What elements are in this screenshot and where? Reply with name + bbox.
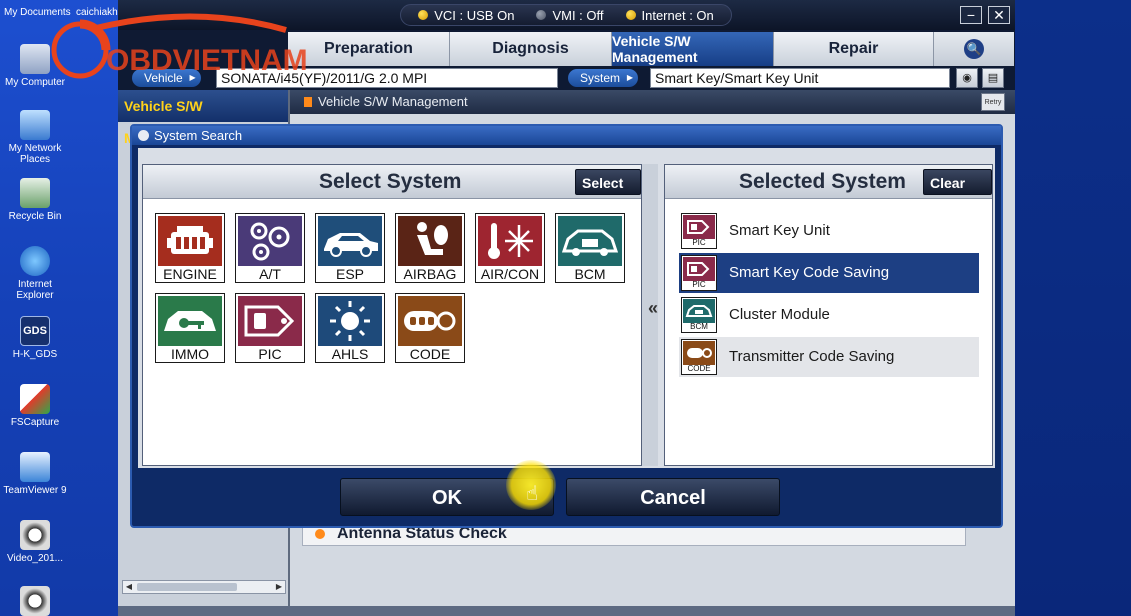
search-button[interactable]: 🔍 bbox=[934, 32, 1014, 66]
status-on-icon bbox=[418, 10, 429, 20]
selected-item-smart-key-code-saving[interactable]: PIC Smart Key Code Saving bbox=[679, 253, 979, 293]
desktop: My Documents caichiakh My Computer My Ne… bbox=[0, 0, 118, 616]
gear-icon bbox=[138, 130, 149, 141]
tab-preparation[interactable]: Preparation bbox=[288, 32, 450, 66]
scroll-right-icon[interactable]: ▶ bbox=[273, 581, 285, 593]
tab-repair[interactable]: Repair bbox=[774, 32, 934, 66]
dialog-title-bar: System Search bbox=[132, 126, 1001, 145]
tile-aircon[interactable]: AIR/CON bbox=[475, 213, 545, 283]
desktop-label-my-documents[interactable]: My Documents bbox=[4, 7, 71, 18]
desktop-icon-fscapture[interactable]: FSCapture bbox=[0, 384, 70, 428]
network-icon bbox=[20, 110, 50, 140]
selected-system-panel: Selected System Clear All PIC Smart Key … bbox=[664, 164, 993, 466]
select-system-panel: Select System Select All ENGINE A/T ESP … bbox=[142, 164, 642, 466]
hand-cursor-icon: ☝ bbox=[526, 483, 539, 505]
system-button[interactable]: System bbox=[568, 69, 639, 87]
recycle-bin-icon bbox=[20, 178, 50, 208]
video-icon bbox=[20, 520, 50, 550]
app-status-bar bbox=[118, 606, 1015, 616]
header-marker-icon bbox=[304, 97, 312, 107]
engine-icon bbox=[158, 216, 222, 266]
aircon-icon bbox=[478, 216, 542, 266]
tile-ahls[interactable]: AHLS bbox=[315, 293, 385, 363]
tile-immo[interactable]: IMMO bbox=[155, 293, 225, 363]
vehicle-field[interactable]: SONATA/i45(YF)/2011/G 2.0 MPI bbox=[216, 68, 558, 88]
smart-key-icon bbox=[238, 296, 302, 346]
desktop-icon-teamviewer[interactable]: TeamViewer 9 bbox=[0, 452, 70, 496]
desktop-icon-video[interactable]: Video_201... bbox=[0, 520, 70, 564]
selected-item-transmitter-code-saving[interactable]: CODE Transmitter Code Saving bbox=[679, 337, 979, 377]
immo-car-key-icon bbox=[158, 296, 222, 346]
bullet-icon bbox=[315, 529, 325, 539]
camera-icon[interactable]: ◉ bbox=[956, 68, 978, 88]
fscapture-icon bbox=[20, 384, 50, 414]
status-off-icon bbox=[536, 10, 547, 20]
left-panel-title: Vehicle S/W Management bbox=[118, 90, 288, 146]
desktop-label-user[interactable]: caichiakh bbox=[76, 7, 118, 18]
internet-status: Internet : On bbox=[625, 8, 714, 23]
scroll-thumb[interactable] bbox=[137, 583, 237, 591]
select-all-button[interactable]: Select All bbox=[575, 169, 641, 217]
search-icon: 🔍 bbox=[964, 39, 984, 59]
select-system-header: Select System Select All bbox=[143, 165, 641, 217]
minimize-button[interactable]: − bbox=[960, 6, 982, 24]
tile-airbag[interactable]: AIRBAG bbox=[395, 213, 465, 283]
system-search-dialog: System Search Select System Select All E… bbox=[130, 124, 1003, 528]
tab-diagnosis[interactable]: Diagnosis bbox=[450, 32, 612, 66]
selected-item-cluster-module[interactable]: BCM Cluster Module bbox=[679, 295, 979, 335]
vmi-status: VMI : Off bbox=[536, 8, 604, 23]
dialog-body: Select System Select All ENGINE A/T ESP … bbox=[138, 148, 995, 468]
tab-vehicle-sw-management[interactable]: Vehicle S/W Management bbox=[612, 32, 774, 66]
retry-button[interactable]: Retry bbox=[981, 93, 1005, 111]
key-fob-icon bbox=[398, 296, 462, 346]
vci-status: VCI : USB On bbox=[418, 8, 514, 23]
select-system-title: Select System bbox=[319, 170, 462, 193]
status-on-icon bbox=[625, 10, 636, 20]
pic-icon: PIC bbox=[681, 255, 717, 291]
desktop-icon-video-2[interactable] bbox=[0, 586, 70, 616]
gds-icon: GDS bbox=[20, 316, 50, 346]
code-icon: CODE bbox=[681, 339, 717, 375]
bcm-car-icon bbox=[558, 216, 622, 266]
scroll-left-icon[interactable]: ◀ bbox=[123, 581, 135, 593]
desktop-icon-recycle-bin[interactable]: Recycle Bin bbox=[0, 178, 70, 222]
connection-status: VCI : USB On VMI : Off Internet : On bbox=[400, 4, 732, 26]
desktop-background-right bbox=[1015, 0, 1131, 616]
vehicle-button[interactable]: Vehicle bbox=[132, 69, 201, 87]
vehicle-info-bar: Vehicle SONATA/i45(YF)/2011/G 2.0 MPI Sy… bbox=[118, 66, 1015, 90]
desktop-icon-internet-explorer[interactable]: Internet Explorer bbox=[0, 246, 70, 301]
print-icon[interactable]: ▤ bbox=[982, 68, 1004, 88]
car-icon bbox=[318, 216, 382, 266]
tile-pic[interactable]: PIC bbox=[235, 293, 305, 363]
video-icon bbox=[20, 586, 50, 616]
teamviewer-icon bbox=[20, 452, 50, 482]
clear-all-button[interactable]: Clear All bbox=[923, 169, 992, 217]
desktop-icon-gds[interactable]: GDS H-K_GDS bbox=[0, 316, 70, 360]
collapse-icon[interactable]: « bbox=[648, 298, 658, 319]
selected-system-title: Selected System bbox=[739, 170, 906, 193]
main-nav: Preparation Diagnosis Vehicle S/W Manage… bbox=[118, 30, 1015, 66]
sun-icon bbox=[318, 296, 382, 346]
left-panel-scrollbar[interactable]: ◀ ▶ bbox=[122, 580, 286, 594]
title-bar: VCI : USB On VMI : Off Internet : On − ✕ bbox=[118, 0, 1015, 30]
close-button[interactable]: ✕ bbox=[988, 6, 1010, 24]
desktop-icon-my-computer[interactable]: My Computer bbox=[0, 44, 70, 88]
tile-engine[interactable]: ENGINE bbox=[155, 213, 225, 283]
tile-esp[interactable]: ESP bbox=[315, 213, 385, 283]
system-field[interactable]: Smart Key/Smart Key Unit bbox=[650, 68, 950, 88]
my-computer-icon bbox=[20, 44, 50, 74]
selected-system-header: Selected System Clear All bbox=[665, 165, 992, 217]
tile-at[interactable]: A/T bbox=[235, 213, 305, 283]
airbag-icon bbox=[398, 216, 462, 266]
gears-icon bbox=[238, 216, 302, 266]
bcm-icon: BCM bbox=[681, 297, 717, 333]
tile-bcm[interactable]: BCM bbox=[555, 213, 625, 283]
selected-item-smart-key-unit[interactable]: PIC Smart Key Unit bbox=[679, 211, 979, 251]
pic-icon: PIC bbox=[681, 213, 717, 249]
main-panel-header: Vehicle S/W Management Retry bbox=[290, 90, 1015, 114]
tile-code[interactable]: CODE bbox=[395, 293, 465, 363]
cancel-button[interactable]: Cancel bbox=[566, 478, 780, 516]
internet-explorer-icon bbox=[20, 246, 50, 276]
desktop-icon-network[interactable]: My Network Places bbox=[0, 110, 70, 165]
